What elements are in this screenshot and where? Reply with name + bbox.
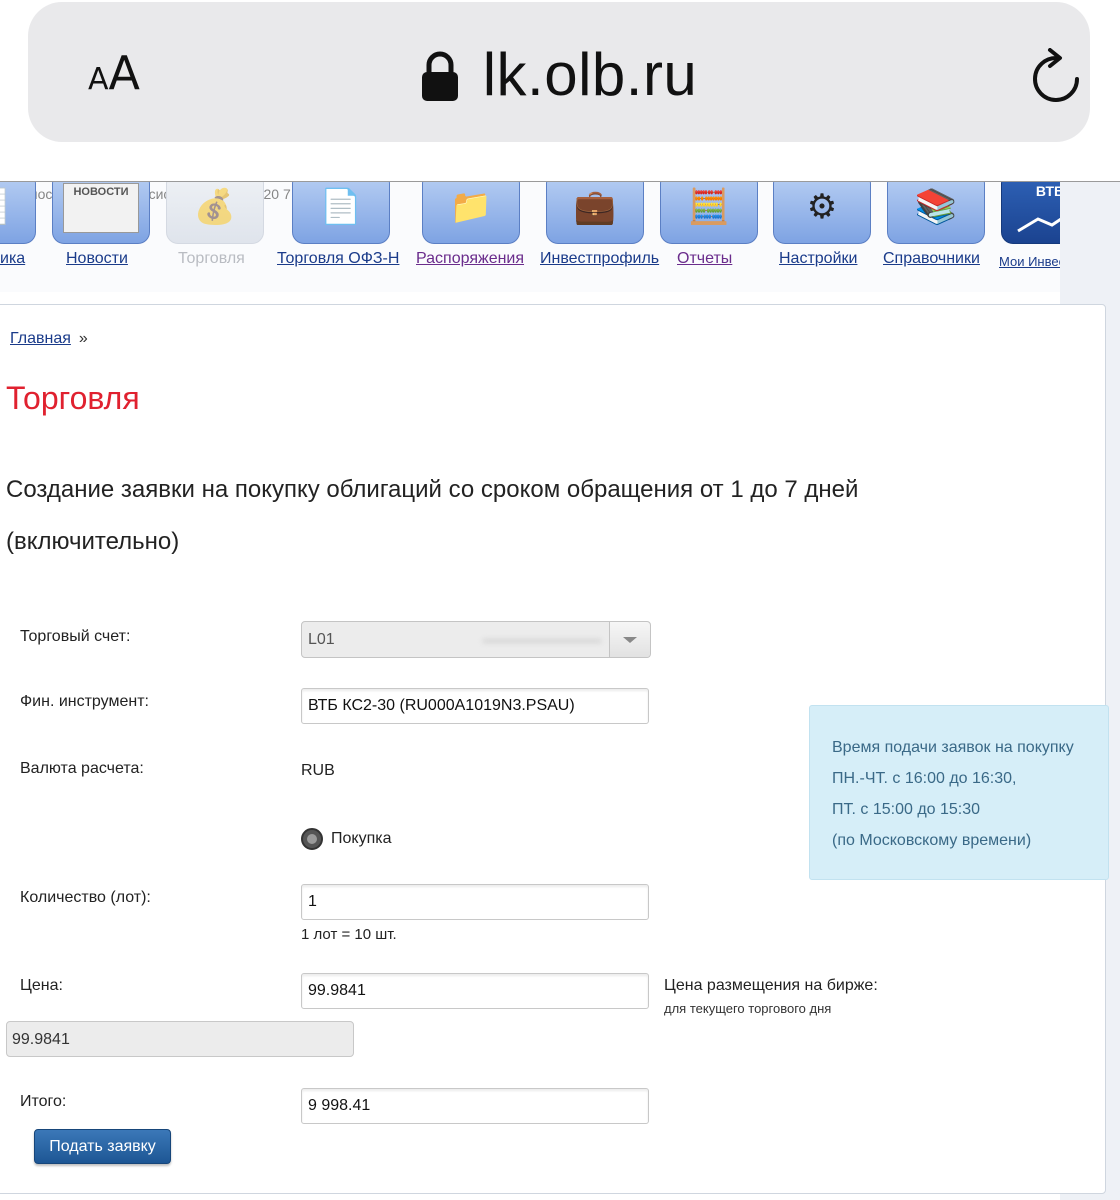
account-number-redacted (482, 638, 602, 644)
info-line: Время подачи заявок на покупку (832, 739, 1074, 756)
browser-toolbar: AA lk.olb.ru (0, 0, 1120, 182)
submit-order-button[interactable]: Подать заявку (34, 1129, 171, 1164)
news-badge: НОВОСТИ (63, 183, 139, 233)
nav-label-settings[interactable]: Настройки (779, 250, 857, 268)
documents-icon: 📁 (422, 182, 520, 244)
market-price-sublabel: для текущего торгового дня (664, 1001, 832, 1016)
nav-label-reports[interactable]: Отчеты (677, 250, 732, 268)
account-label: Торговый счет: (20, 628, 131, 645)
total-label: Итого: (20, 1093, 67, 1110)
nav-label-analytics[interactable]: ика (0, 250, 25, 268)
page-title: Торговля (6, 380, 140, 416)
total-field[interactable]: 9 998.41 (301, 1088, 649, 1124)
money-icon: 💰 (166, 182, 264, 244)
price-label: Цена: (20, 977, 63, 994)
nav-label-orders[interactable]: Распоряжения (416, 250, 524, 268)
info-line: ПН.-ЧТ. с 16:00 до 16:30, (832, 770, 1017, 787)
info-line: ПТ. с 15:00 до 15:30 (832, 801, 981, 818)
order-window-info: Время подачи заявок на покупку ПН.-ЧТ. с… (809, 705, 1109, 880)
books-icon: 📚 (887, 182, 985, 244)
lot-size-hint: 1 лот = 10 шт. (301, 926, 397, 943)
quantity-field[interactable]: 1 (301, 884, 649, 920)
breadcrumb-home-link[interactable]: Главная (10, 330, 71, 347)
nav-label-my-investments[interactable]: Мои Инвестиции (999, 254, 1060, 269)
url-text: lk.olb.ru (482, 41, 698, 108)
vtb-chart-icon: ВТБ (1001, 182, 1060, 244)
market-price-label: Цена размещения на бирже: (664, 977, 878, 994)
buy-radio-label[interactable]: Покупка (331, 830, 392, 848)
analytics-icon: 📊 (0, 182, 36, 244)
nav-label-references[interactable]: Справочники (883, 250, 980, 268)
breadcrumb-separator: » (78, 330, 88, 347)
lock-icon (421, 47, 459, 102)
instrument-field[interactable]: ВТБ КС2-30 (RU000A1019N3.PSAU) (301, 688, 649, 724)
breadcrumb: Главная » (10, 330, 88, 348)
nav-label-trading: Торговля (178, 250, 245, 267)
settings-icon: ⚙ (773, 182, 871, 244)
market-price-field: 99.9841 (6, 1021, 354, 1057)
account-select[interactable]: L01 (301, 621, 651, 658)
account-value: L01 (308, 631, 335, 648)
bonds-icon: 📄 (292, 182, 390, 244)
instrument-label: Фин. инструмент: (20, 693, 149, 710)
currency-label: Валюта расчета: (20, 760, 144, 777)
chevron-down-icon[interactable] (609, 622, 650, 657)
reload-icon[interactable] (1032, 48, 1082, 104)
quantity-label: Количество (лот): (20, 889, 151, 906)
url-display[interactable]: lk.olb.ru (28, 40, 1090, 109)
address-bar[interactable]: AA lk.olb.ru (28, 2, 1090, 142)
buy-radio[interactable] (301, 828, 323, 850)
nav-label-invest-profile[interactable]: Инвестпрофиль (540, 250, 659, 268)
main-nav: последний вход в систему: 13.01.2020 7 📊… (0, 182, 1060, 292)
nav-label-news[interactable]: Новости (66, 250, 128, 268)
abacus-icon: 🧮 (660, 182, 758, 244)
newspaper-icon: НОВОСТИ (52, 182, 150, 244)
currency-value: RUB (301, 762, 335, 779)
page-subtitle: Создание заявки на покупку облигаций со … (6, 476, 859, 555)
info-line: (по Московскому времени) (832, 832, 1032, 849)
vtb-badge: ВТБ (1035, 183, 1060, 199)
price-field[interactable]: 99.9841 (301, 973, 649, 1009)
briefcase-icon: 💼 (546, 182, 644, 244)
nav-label-ofz[interactable]: Торговля ОФЗ-Н (277, 250, 399, 268)
